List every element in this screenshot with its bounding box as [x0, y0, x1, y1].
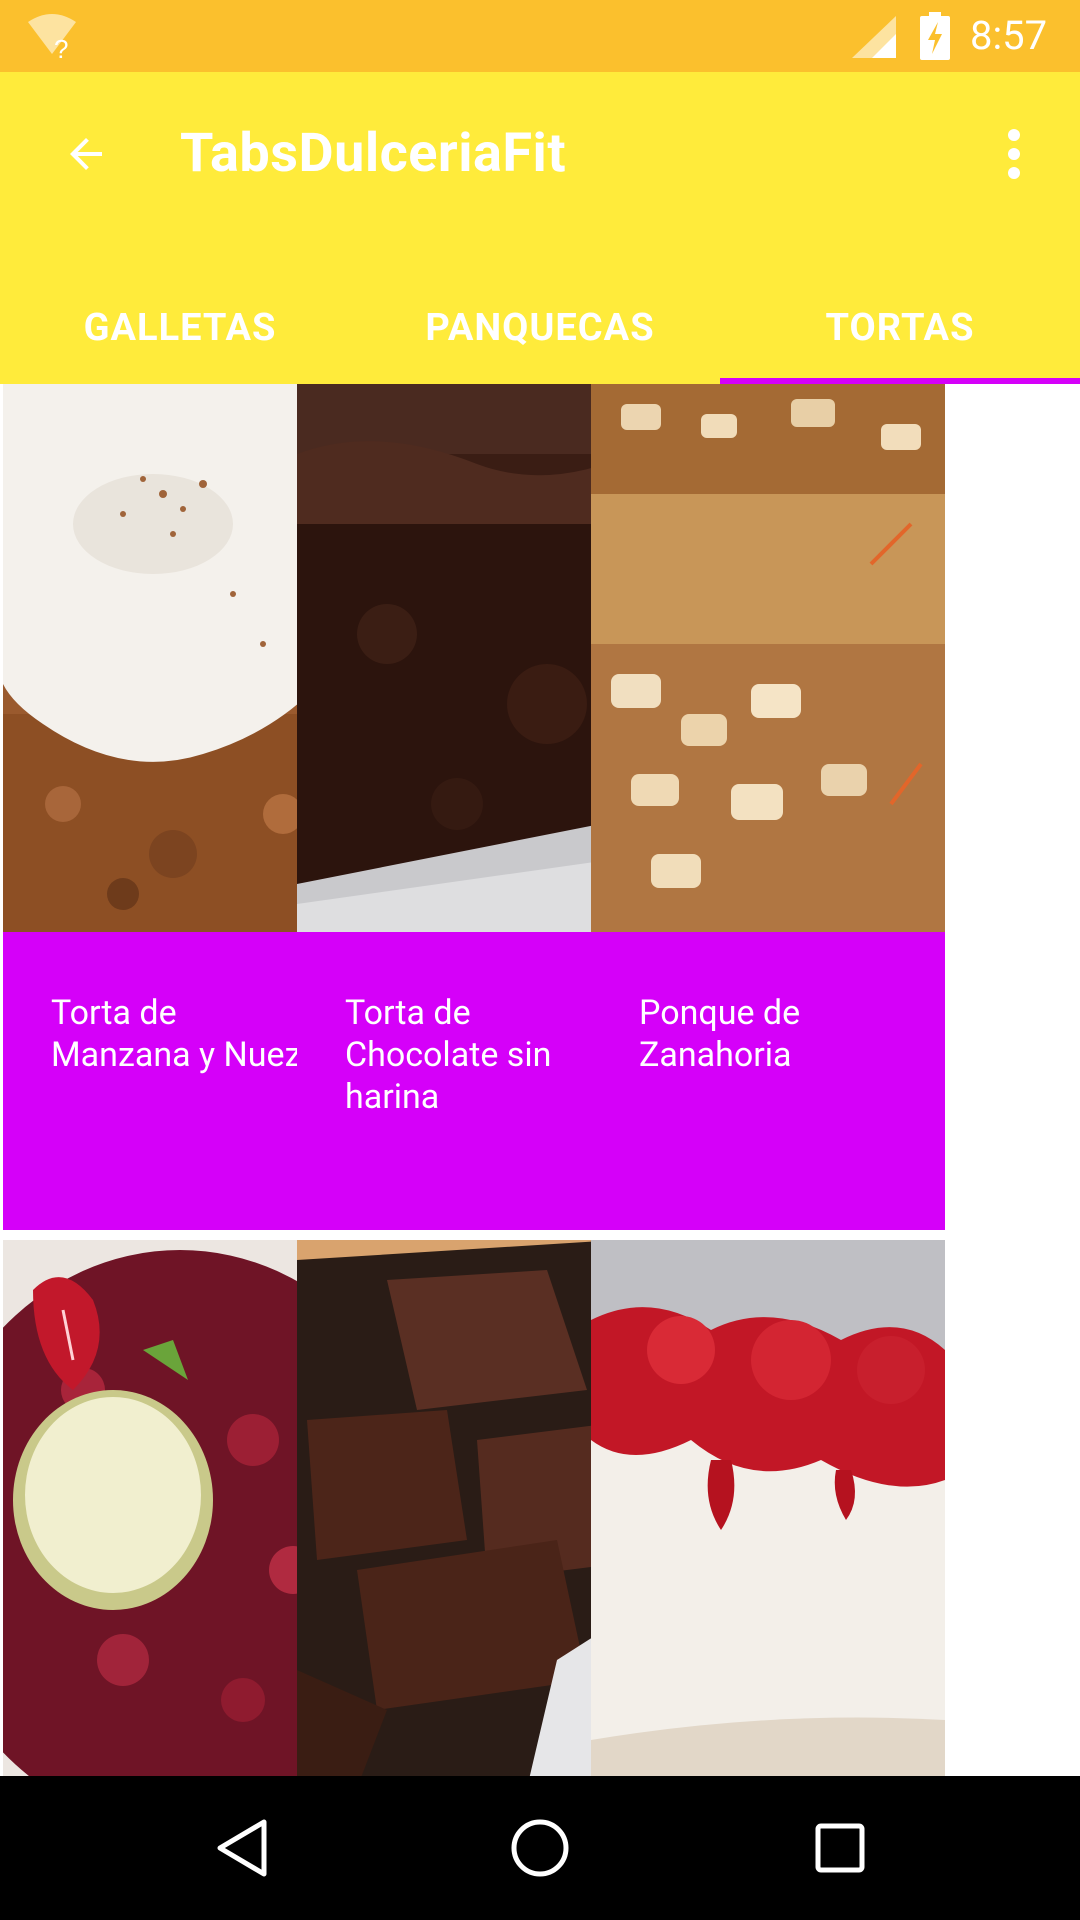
tab-bar: GALLETAS PANQUECAS TORTAS — [0, 272, 1080, 384]
more-vert-icon — [1008, 129, 1020, 179]
home-circle-icon — [511, 1819, 569, 1877]
app-bar: TabsDulceriaFit GALLETAS PANQUECAS TORTA… — [0, 72, 1080, 384]
back-triangle-icon — [217, 1819, 267, 1877]
clock: 8:57 — [970, 12, 1048, 59]
arrow-back-icon — [70, 138, 102, 170]
tab-galletas[interactable]: GALLETAS — [0, 272, 360, 384]
overflow-menu-button[interactable] — [990, 112, 1038, 196]
carrot-cake-photo — [591, 384, 945, 932]
recents-square-icon — [815, 1823, 865, 1873]
back-button[interactable] — [44, 112, 128, 196]
nav-home-button[interactable] — [500, 1808, 580, 1888]
strawberry-cheesecake-photo — [591, 1240, 945, 1776]
recipe-grid: Torta de Manzana y Nuez Torta de Chocola… — [0, 384, 1080, 1776]
battery-charging-icon — [920, 12, 950, 60]
wifi-unknown-icon: ? — [28, 14, 76, 60]
app-title: TabsDulceriaFit — [180, 122, 567, 185]
tab-label: PANQUECAS — [425, 306, 655, 350]
status-bar: ? 8:57 — [0, 0, 1080, 72]
nav-recents-button[interactable] — [800, 1808, 880, 1888]
wifi-badge: ? — [54, 34, 68, 60]
nav-back-button[interactable] — [202, 1808, 282, 1888]
signal-icon — [852, 16, 896, 58]
tab-tortas[interactable]: TORTAS — [720, 272, 1080, 384]
navigation-bar — [0, 1776, 1080, 1920]
tab-label: TORTAS — [825, 306, 975, 350]
tab-panquecas[interactable]: PANQUECAS — [360, 272, 720, 384]
tab-label: GALLETAS — [83, 306, 277, 350]
recipe-title: Ponque de Zanahoria — [591, 932, 945, 1230]
